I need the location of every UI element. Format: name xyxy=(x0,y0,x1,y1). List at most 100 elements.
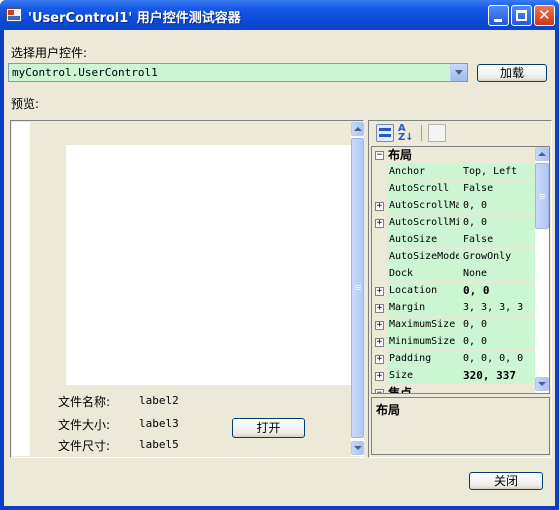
category-row[interactable]: − 布局 xyxy=(372,147,535,164)
app-icon[interactable] xyxy=(6,8,22,22)
form-client-area: 选择用户控件: myControl.UserControl1 加载 预览: 文件… xyxy=(4,30,555,506)
property-grid-scrollbar[interactable] xyxy=(535,147,549,393)
window-title: 'UserControl1' 用户控件测试容器 xyxy=(28,11,241,26)
expand-icon[interactable]: + xyxy=(375,355,384,364)
arrow-up-icon xyxy=(354,127,362,131)
row-gutter xyxy=(372,266,387,283)
collapse-icon[interactable]: − xyxy=(375,389,384,393)
scroll-up-button[interactable] xyxy=(351,122,364,136)
row-gutter: + xyxy=(372,351,387,368)
arrow-down-icon xyxy=(354,446,362,450)
property-name: Padding xyxy=(387,351,460,368)
minimize-button[interactable] xyxy=(488,5,509,26)
grip-line xyxy=(355,287,361,288)
grip-line xyxy=(355,285,361,286)
user-control-host: 文件名称: label2 文件大小: label3 文件尺寸: label5 打… xyxy=(12,122,354,456)
title-bar[interactable]: 'UserControl1' 用户控件测试容器 ✕ xyxy=(0,0,559,30)
row-gutter: + xyxy=(372,283,387,300)
file-dims-label: 文件尺寸: xyxy=(58,439,111,453)
categorized-icon xyxy=(379,134,391,137)
property-value[interactable]: 0, 0 xyxy=(461,198,535,215)
property-row[interactable]: Dock None xyxy=(372,266,535,283)
property-name: MinimumSize xyxy=(387,334,460,351)
row-gutter xyxy=(372,249,387,266)
property-row[interactable]: +AutoScrollMinSize0, 0 xyxy=(372,215,535,232)
property-row[interactable]: AutoSizeMode GrowOnly xyxy=(372,249,535,266)
property-value[interactable]: 0, 0 xyxy=(461,317,535,334)
property-value[interactable]: False xyxy=(461,181,535,198)
row-gutter xyxy=(372,181,387,198)
property-row[interactable]: AutoScroll False xyxy=(372,181,535,198)
expand-icon[interactable]: + xyxy=(375,338,384,347)
maximize-icon xyxy=(516,10,527,21)
combobox-dropdown-button[interactable] xyxy=(450,64,467,81)
control-combobox[interactable]: myControl.UserControl1 xyxy=(8,63,468,82)
property-name: Size xyxy=(387,368,460,385)
scroll-thumb[interactable] xyxy=(351,138,364,438)
expand-icon[interactable]: + xyxy=(375,321,384,330)
scroll-down-button[interactable] xyxy=(351,441,364,455)
property-value[interactable]: 0, 0 xyxy=(461,215,535,232)
property-row[interactable]: + Padding 0, 0, 0, 0 xyxy=(372,351,535,368)
category-name: 焦点 xyxy=(388,386,413,393)
arrow-down-icon xyxy=(538,382,546,386)
property-value[interactable]: 3, 3, 3, 3 xyxy=(461,300,535,317)
maximize-button[interactable] xyxy=(511,5,532,26)
property-row[interactable]: Anchor Top, Left xyxy=(372,164,535,181)
select-control-label: 选择用户控件: xyxy=(11,46,88,60)
row-gutter: + xyxy=(372,198,387,215)
property-value[interactable]: GrowOnly xyxy=(461,249,535,266)
property-value[interactable]: Top, Left xyxy=(461,164,535,181)
property-row[interactable]: + MinimumSize 0, 0 xyxy=(372,334,535,351)
expand-icon[interactable]: + xyxy=(375,219,384,228)
categorized-button[interactable] xyxy=(376,124,394,142)
property-value[interactable]: None xyxy=(461,266,535,283)
property-row[interactable]: + Location 0, 0 xyxy=(372,283,535,300)
property-value[interactable]: 0, 0, 0, 0 xyxy=(461,351,535,368)
property-name: Anchor xyxy=(387,164,460,181)
preview-vertical-scrollbar[interactable] xyxy=(351,122,364,456)
property-row[interactable]: + Margin 3, 3, 3, 3 xyxy=(372,300,535,317)
property-name: Dock xyxy=(387,266,460,283)
close-button[interactable]: 关闭 xyxy=(469,472,543,490)
row-gutter: + xyxy=(372,317,387,334)
category-row[interactable]: − 焦点 xyxy=(372,385,535,393)
property-row[interactable]: + MaximumSize 0, 0 xyxy=(372,317,535,334)
property-row[interactable]: +AutoScrollMargin0, 0 xyxy=(372,198,535,215)
property-row[interactable]: + Size 320, 337 xyxy=(372,368,535,385)
property-row[interactable]: AutoSize False xyxy=(372,232,535,249)
row-gutter: + xyxy=(372,368,387,385)
close-window-button[interactable]: ✕ xyxy=(534,5,555,26)
expand-icon[interactable]: + xyxy=(375,202,384,211)
load-button[interactable]: 加载 xyxy=(477,64,547,82)
application-window: 'UserControl1' 用户控件测试容器 ✕ 选择用户控件: myCont… xyxy=(0,0,559,510)
expand-icon[interactable]: + xyxy=(375,287,384,296)
grip-line xyxy=(539,198,545,199)
property-grid: A Z↓ − 布局 Anchor Top, Left AutoScroll False… xyxy=(368,120,552,458)
alphabetical-button[interactable]: A Z↓ xyxy=(398,124,416,143)
scroll-thumb[interactable] xyxy=(535,163,549,229)
category-name: 布局 xyxy=(388,148,413,162)
property-list: − 布局 Anchor Top, Left AutoScroll False + Auto… xyxy=(371,146,550,394)
grip-line xyxy=(539,194,545,195)
row-gutter xyxy=(372,232,387,249)
scroll-up-button[interactable] xyxy=(535,147,549,161)
property-pages-button[interactable] xyxy=(428,124,446,142)
row-gutter: + xyxy=(372,215,387,232)
collapse-icon[interactable]: − xyxy=(375,151,384,160)
row-gutter: + xyxy=(372,300,387,317)
expand-icon[interactable]: + xyxy=(375,304,384,313)
scroll-down-button[interactable] xyxy=(535,377,549,391)
close-icon: ✕ xyxy=(538,6,551,24)
property-name: AutoScrollMargin xyxy=(387,198,460,215)
property-value[interactable]: 0, 0 xyxy=(461,283,535,300)
property-value[interactable]: False xyxy=(461,232,535,249)
chevron-down-icon xyxy=(455,70,463,75)
open-button[interactable]: 打开 xyxy=(232,418,305,438)
file-size-value: label3 xyxy=(139,417,179,430)
property-value[interactable]: 0, 0 xyxy=(461,334,535,351)
file-name-label: 文件名称: xyxy=(58,395,111,409)
expand-icon[interactable]: + xyxy=(375,372,384,381)
description-title: 布局 xyxy=(376,403,401,417)
property-value[interactable]: 320, 337 xyxy=(461,368,535,385)
